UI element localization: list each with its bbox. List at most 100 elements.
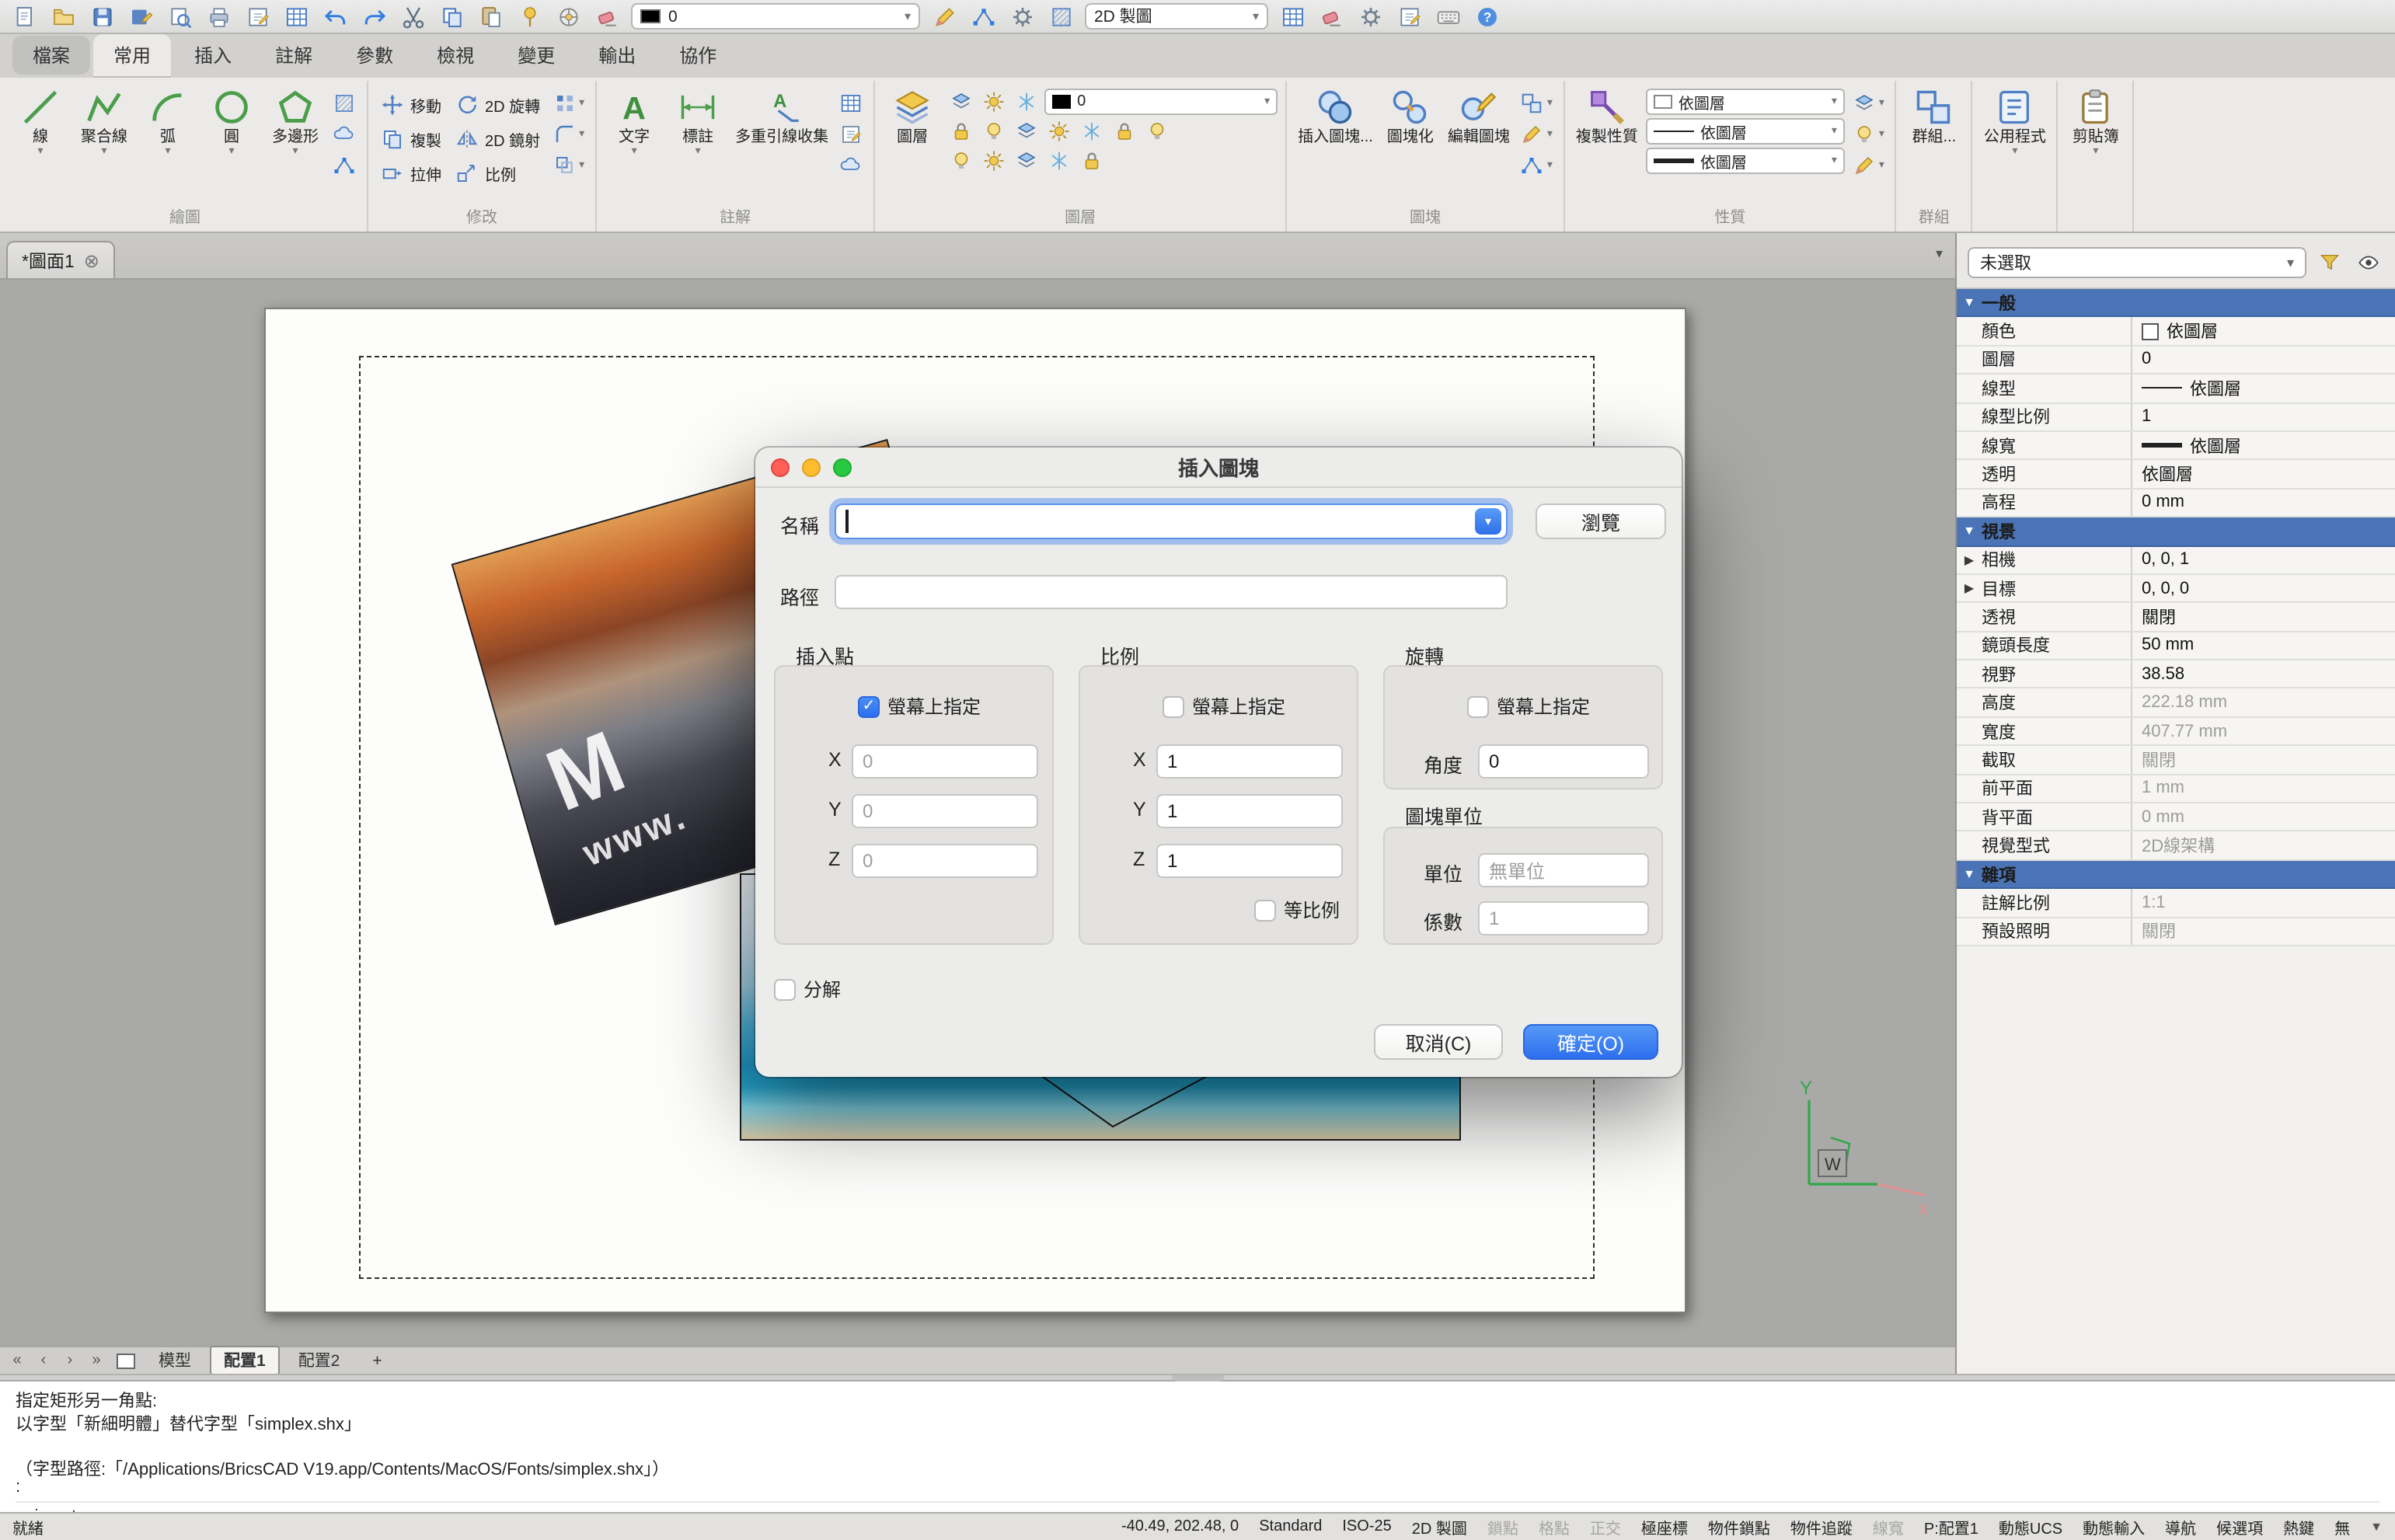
open-button[interactable] [48,2,78,31]
section-collapse-icon[interactable]: ▼ [1957,295,1982,309]
ribbon-table-button[interactable] [836,90,866,117]
status-dim-style[interactable]: ISO-25 [1342,1518,1391,1535]
ribbon-blockify-button[interactable]: 圖塊化 [1381,82,1440,146]
props-section-一般[interactable]: ▼ 一般 [1957,289,2395,318]
ribbon-copy-button[interactable]: 複製 [376,123,446,155]
rotation-angle-field[interactable]: 0 [1478,744,1649,779]
ribbon-tab-變更[interactable]: 變更 [497,34,575,78]
status-toggle-正交[interactable]: 正交 [1590,1515,1621,1538]
layout-list-icon[interactable] [117,1353,135,1368]
status-toggle-P:配置1[interactable]: P:配置1 [1924,1515,1978,1538]
ribbon-pencil-button[interactable]: ▾ [1849,152,1888,179]
ribbon-tab-檢視[interactable]: 檢視 [417,34,494,78]
ribbon-nodes-button[interactable]: ▾ [1518,152,1556,179]
ribbon-tab-插入[interactable]: 插入 [174,34,252,78]
block-unit-field[interactable]: 無單位 [1478,853,1649,887]
command-line-panel[interactable]: 指定矩形另一角點: 以字型「新細明體」替代字型「simplex.shx」 （字型路徑… [0,1380,2395,1525]
export-button[interactable] [242,2,272,31]
props-row-線型比例[interactable]: 線型比例 1 [1957,403,2395,432]
layer-tool-sun-button[interactable] [979,89,1009,115]
layout-nav-next-button[interactable]: › [59,1352,81,1369]
layer-tool-sun-button[interactable] [1044,118,1074,145]
layer-tool-lock-button[interactable] [1110,118,1139,145]
scale-x-field[interactable]: 1 [1156,744,1343,779]
ribbon-move-button[interactable]: 移動 [376,89,446,121]
prop-value[interactable]: 依圖層 [2131,431,2395,459]
paste-button[interactable] [476,2,505,31]
layer-tool-bulb-button[interactable] [946,148,976,174]
row-expander-icon[interactable]: ▶ [1957,552,1982,566]
browse-button[interactable]: 瀏覽 [1536,503,1666,539]
status-toggle-鎖點[interactable]: 鎖點 [1487,1515,1518,1538]
ribbon-offset-button[interactable]: ▾ [549,152,587,179]
status-toggle-動態UCS[interactable]: 動態UCS [1999,1515,2062,1538]
prop-value[interactable]: 222.18 mm [2131,688,2395,716]
tab-overflow-chevron-icon[interactable]: ▾ [1936,246,1943,263]
ribbon-scale-button[interactable]: 比例 [451,157,545,190]
combo-dropdown-icon[interactable]: ▾ [1475,508,1501,535]
checkbox-unchecked-icon[interactable] [1467,695,1489,717]
section-collapse-icon[interactable]: ▼ [1957,524,1982,538]
undo-button[interactable] [320,2,350,31]
props-row-註解比例[interactable]: 註解比例 1:1 [1957,889,2395,918]
redo-button[interactable] [359,2,389,31]
ok-button[interactable]: 確定(O) [1523,1024,1658,1060]
erase-button[interactable] [592,2,622,31]
props-section-雜項[interactable]: ▼ 雜項 [1957,860,2395,890]
settings-button[interactable] [1355,2,1385,31]
ucs-settings-button[interactable] [1007,2,1037,31]
help-button[interactable]: ? [1472,2,1501,31]
status-toggle-物件追蹤[interactable]: 物件追蹤 [1790,1515,1853,1538]
ribbon-polygon-button[interactable]: 多邊形 ▾ [266,82,325,157]
props-row-視野[interactable]: 視野 38.58 [1957,660,2395,689]
status-workspace[interactable]: 2D 製圖 [1412,1515,1467,1538]
props-row-線型[interactable]: 線型 依圖層 [1957,375,2395,404]
props-row-目標[interactable]: ▶ 目標 0, 0, 0 [1957,574,2395,604]
snap-settings-button[interactable] [553,2,583,31]
prop-value[interactable]: 2D線架構 [2131,831,2395,859]
prop-value[interactable]: 1:1 [2131,889,2395,917]
new-button[interactable] [9,2,39,31]
prop-value[interactable]: 0, 0, 1 [2131,546,2395,573]
scale-specify-checkbox[interactable]: 螢幕上指定 [1163,693,1285,719]
ribbon-fillet-button[interactable]: ▾ [549,121,587,148]
selection-filter-combo[interactable]: 未選取 ▾ [1968,247,2306,278]
layout-tab-+[interactable]: + [358,1348,396,1373]
property-line-combo[interactable]: 依圖層 ▾ [1645,118,1845,145]
save-button[interactable] [87,2,117,31]
ribbon-insert-block-button[interactable]: 插入圖塊... [1295,82,1376,146]
props-row-背平面[interactable]: 背平面 0 mm [1957,803,2395,832]
status-toggle-格點[interactable]: 格點 [1539,1515,1570,1538]
status-toggle-熱鍵[interactable]: 熱鍵 [2283,1515,2314,1538]
prop-value[interactable]: 依圖層 [2131,460,2395,488]
layer-tool-layerset-button[interactable] [1012,118,1041,145]
layer-select-combo[interactable]: 0 ▾ [1044,89,1278,115]
props-row-寬度[interactable]: 寬度 407.77 mm [1957,717,2395,747]
layer-tool-freeze-button[interactable] [1077,118,1107,145]
ribbon-tab-常用[interactable]: 常用 [93,34,172,78]
ribbon-stretch-button[interactable]: 拉伸 [376,157,446,190]
status-coordinates[interactable]: -40.49, 202.48, 0 [1121,1518,1239,1535]
props-row-顏色[interactable]: 顏色 依圖層 [1957,317,2395,347]
prop-value[interactable]: 依圖層 [2131,317,2395,345]
props-row-圖層[interactable]: 圖層 0 [1957,346,2395,375]
prop-value[interactable]: 關閉 [2131,746,2395,774]
props-row-透視[interactable]: 透視 關閉 [1957,603,2395,632]
ribbon-tab-輸出[interactable]: 輸出 [578,34,656,78]
ribbon-tab-參數[interactable]: 參數 [336,34,413,78]
prop-value[interactable]: 0 mm [2131,489,2395,517]
ribbon-tab-協作[interactable]: 協作 [659,34,737,78]
workspace-combo[interactable]: 2D 製圖 ▾ [1085,3,1268,30]
layer-tool-lock-button[interactable] [1077,148,1107,174]
dialog-titlebar[interactable]: 插入圖塊 [755,448,1682,488]
ribbon-mleader-collect-button[interactable]: A 多重引線收集 [732,82,831,146]
entity-color-combo[interactable]: 0 ▾ [631,3,920,30]
status-toggle-線寬[interactable]: 線寬 [1873,1515,1904,1538]
prop-value[interactable]: 1 [2131,403,2395,430]
publish-button[interactable] [281,2,311,31]
layer-tool-bulb-button[interactable] [1142,118,1172,145]
status-toggle-動態輸入[interactable]: 動態輸入 [2083,1515,2145,1538]
props-row-前平面[interactable]: 前平面 1 mm [1957,775,2395,804]
explode-checkbox[interactable]: 分解 [774,976,841,1002]
props-row-高程[interactable]: 高程 0 mm [1957,489,2395,518]
